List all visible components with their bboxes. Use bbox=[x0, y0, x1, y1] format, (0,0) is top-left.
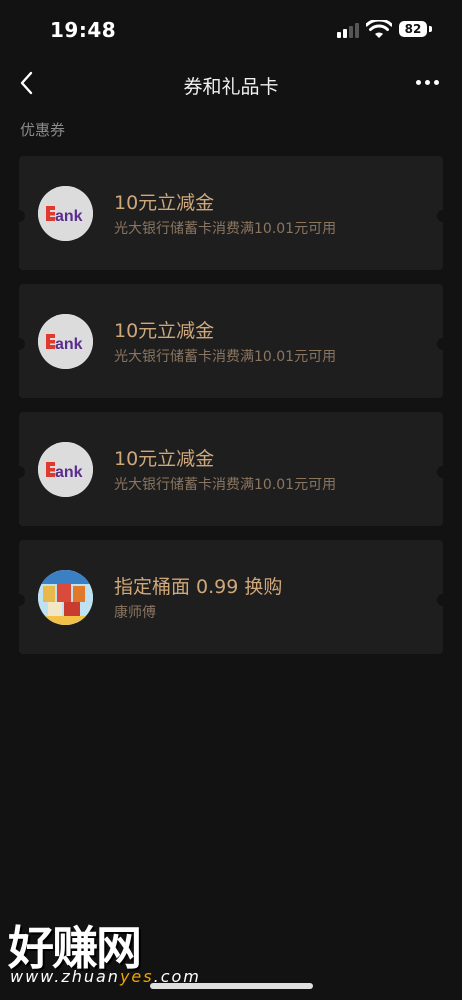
battery-tip bbox=[429, 26, 432, 32]
coupon-title: 10元立减金 bbox=[114, 192, 215, 214]
coupon-card[interactable]: 指定桶面 0.99 换购 康师傅 bbox=[19, 540, 443, 654]
card-notch bbox=[19, 338, 25, 351]
more-options-icon[interactable] bbox=[414, 74, 442, 90]
page-title: 券和礼品卡 bbox=[183, 76, 279, 98]
card-notch bbox=[437, 338, 443, 351]
cellular-signal-icon bbox=[337, 22, 361, 38]
coupon-title: 指定桶面 0.99 换购 bbox=[114, 576, 283, 598]
battery-icon: 82 bbox=[399, 21, 427, 37]
section-label-coupons: 优惠券 bbox=[20, 121, 66, 139]
status-bar: 19:48 82 bbox=[0, 0, 462, 62]
coupon-description: 光大银行储蓄卡消费满10.01元可用 bbox=[114, 221, 337, 237]
card-notch bbox=[437, 210, 443, 223]
card-notch bbox=[19, 466, 25, 479]
card-notch bbox=[19, 594, 25, 607]
bank-logo-icon: ank bbox=[38, 186, 93, 241]
svg-text:ank: ank bbox=[55, 336, 83, 353]
card-notch bbox=[19, 210, 25, 223]
coupon-card[interactable]: ank 10元立减金 光大银行储蓄卡消费满10.01元可用 bbox=[19, 412, 443, 526]
bank-logo-icon: ank bbox=[38, 314, 93, 369]
wifi-icon bbox=[366, 20, 392, 38]
coupon-description: 光大银行储蓄卡消费满10.01元可用 bbox=[114, 349, 337, 365]
bank-logo-icon: ank bbox=[38, 442, 93, 497]
coupon-description: 光大银行储蓄卡消费满10.01元可用 bbox=[114, 477, 337, 493]
coupon-card[interactable]: ank 10元立减金 光大银行储蓄卡消费满10.01元可用 bbox=[19, 284, 443, 398]
coupon-title: 10元立减金 bbox=[114, 320, 215, 342]
watermark: 好赚网 www.zhuanyes.com bbox=[4, 912, 204, 992]
navigation-bar: 券和礼品卡 bbox=[0, 62, 462, 104]
svg-text:ank: ank bbox=[55, 208, 83, 225]
status-time: 19:48 bbox=[50, 18, 117, 42]
card-notch bbox=[437, 594, 443, 607]
coupon-title: 10元立减金 bbox=[114, 448, 215, 470]
coupon-description: 康师傅 bbox=[114, 605, 156, 621]
svg-text:ank: ank bbox=[55, 464, 83, 481]
home-indicator[interactable] bbox=[150, 983, 313, 989]
noodle-product-icon bbox=[38, 570, 93, 625]
card-notch bbox=[437, 466, 443, 479]
coupon-card[interactable]: ank 10元立减金 光大银行储蓄卡消费满10.01元可用 bbox=[19, 156, 443, 270]
